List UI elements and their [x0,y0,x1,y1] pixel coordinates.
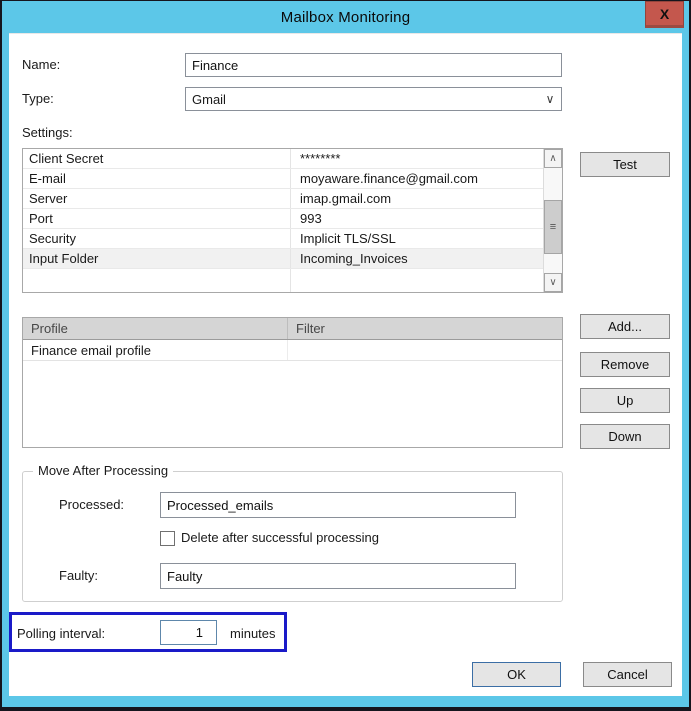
settings-row-email[interactable]: E-mail moyaware.finance@gmail.com [23,169,543,189]
setting-key [23,269,291,292]
down-button[interactable]: Down [580,424,670,449]
setting-value: ******** [291,149,543,168]
setting-key: Client Secret [23,149,291,168]
setting-key: Input Folder [23,249,291,268]
scroll-grip-icon: ≡ [550,221,556,233]
ok-button[interactable]: OK [472,662,561,687]
filter-column-header[interactable]: Filter [288,318,562,339]
settings-rows: Client Secret ******** E-mail moyaware.f… [23,149,543,292]
setting-key: E-mail [23,169,291,188]
type-dropdown[interactable]: Gmail ∨ [185,87,562,111]
up-button[interactable]: Up [580,388,670,413]
setting-value [291,269,543,292]
scroll-down-icon: ∨ [549,277,556,288]
name-input[interactable] [185,53,562,77]
mailbox-monitoring-dialog: Mailbox Monitoring X Name: Type: Gmail ∨… [2,1,689,707]
scroll-up-button[interactable]: ∧ [544,149,562,168]
profile-table-header: Profile Filter [23,318,562,340]
dialog-title: Mailbox Monitoring [281,9,411,26]
name-label: Name: [22,57,60,72]
close-icon: X [660,6,669,22]
group-legend: Move After Processing [33,463,173,478]
chevron-down-icon: ∨ [539,92,561,106]
profile-table-empty-area [23,361,562,447]
type-selected-value: Gmail [186,92,539,107]
profile-cell: Finance email profile [23,340,288,360]
scrollbar-thumb[interactable]: ≡ [544,200,562,254]
settings-row-empty [23,269,543,292]
close-button[interactable]: X [645,1,684,28]
titlebar[interactable]: Mailbox Monitoring [2,1,689,33]
setting-key: Port [23,209,291,228]
settings-row-client-secret[interactable]: Client Secret ******** [23,149,543,169]
test-button[interactable]: Test [580,152,670,177]
setting-value: Implicit TLS/SSL [291,229,543,248]
remove-button[interactable]: Remove [580,352,670,377]
settings-table: Client Secret ******** E-mail moyaware.f… [22,148,563,293]
setting-value: moyaware.finance@gmail.com [291,169,543,188]
setting-value: 993 [291,209,543,228]
filter-cell [288,340,562,360]
settings-row-port[interactable]: Port 993 [23,209,543,229]
setting-key: Server [23,189,291,208]
add-button[interactable]: Add... [580,314,670,339]
settings-row-server[interactable]: Server imap.gmail.com [23,189,543,209]
faulty-label: Faulty: [59,568,98,583]
polling-unit-label: minutes [230,626,276,641]
scrollbar-track[interactable]: ≡ [544,168,562,273]
profile-row[interactable]: Finance email profile [23,340,562,361]
polling-interval-label: Polling interval: [17,626,105,641]
type-label: Type: [22,91,54,106]
processed-label: Processed: [59,497,124,512]
settings-row-security[interactable]: Security Implicit TLS/SSL [23,229,543,249]
delete-checkbox-label: Delete after successful processing [181,530,379,545]
setting-key: Security [23,229,291,248]
settings-row-input-folder[interactable]: Input Folder Incoming_Invoices [23,249,543,269]
settings-scrollbar[interactable]: ∧ ≡ ∨ [543,149,562,292]
polling-interval-input[interactable] [160,620,217,645]
scroll-up-icon: ∧ [549,153,556,164]
settings-label: Settings: [22,125,73,140]
faulty-input[interactable] [160,563,516,589]
scroll-down-button[interactable]: ∨ [544,273,562,292]
profile-table: Profile Filter Finance email profile [22,317,563,448]
cancel-button[interactable]: Cancel [583,662,672,687]
dialog-content: Name: Type: Gmail ∨ Settings: Client Sec… [9,33,682,696]
setting-value: Incoming_Invoices [291,249,543,268]
delete-after-processing-checkbox[interactable] [160,531,175,546]
processed-input[interactable] [160,492,516,518]
profile-column-header[interactable]: Profile [23,318,288,339]
setting-value: imap.gmail.com [291,189,543,208]
